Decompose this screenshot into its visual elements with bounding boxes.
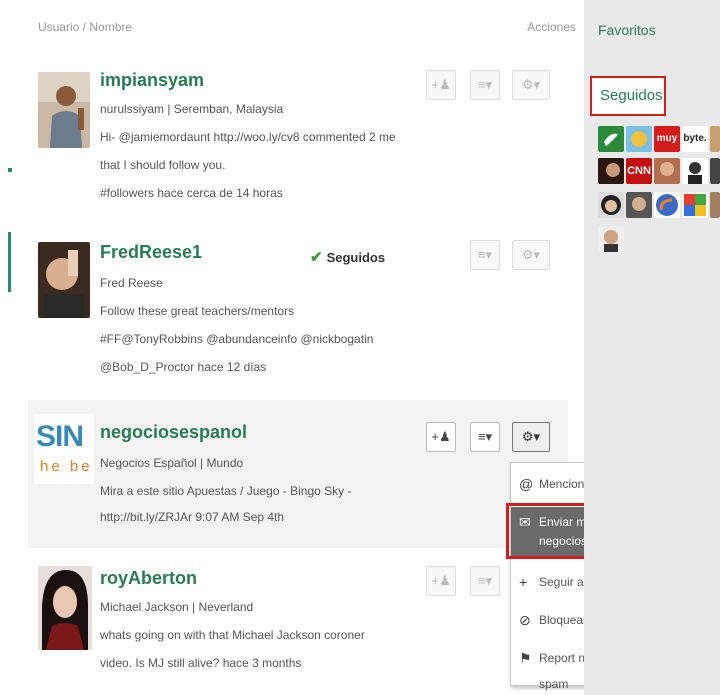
username[interactable]: royAberton — [100, 568, 197, 589]
add-user-icon: + — [519, 574, 528, 590]
avatar-logo-text: SIN — [36, 420, 84, 453]
user-meta: Negocios Español | Mundo — [100, 456, 244, 470]
followed-avatar[interactable] — [710, 192, 720, 218]
tweet-line: Hi- @jamiemordaunt http://woo.ly/cv8 com… — [100, 130, 396, 144]
at-icon: @ — [519, 476, 534, 492]
user-row-fredreese1: FredReese1 ✔ Seguidos Fred Reese Follow t… — [28, 230, 568, 390]
add-user-icon: +♟ — [431, 429, 451, 444]
list-icon: ≡▾ — [477, 77, 493, 92]
list-icon: ≡▾ — [477, 573, 493, 588]
followed-avatar[interactable] — [626, 192, 652, 218]
column-header-actions: Acciones — [527, 20, 576, 34]
add-user-icon: +♟ — [431, 573, 451, 588]
followed-avatar-rss[interactable] — [654, 192, 680, 218]
favorites-link[interactable]: Favoritos — [598, 22, 656, 38]
following-label: Seguidos — [600, 87, 663, 104]
tweet-line: @Bob_D_Proctor hace 12 días — [100, 360, 267, 374]
actions-menu-button[interactable]: ⚙▾ — [512, 70, 550, 100]
followed-avatar-byte[interactable]: byte. — [682, 126, 708, 152]
flag-icon: ⚑ — [519, 650, 532, 666]
following-status-label: Seguidos — [326, 250, 386, 265]
followed-avatar[interactable] — [654, 158, 680, 184]
user-row-impiansyam: impiansyam nurulssiyam | Seremban, Malay… — [28, 58, 568, 208]
tweet-line: Mira a este sitio Apuestas / Juego - Bin… — [100, 484, 352, 498]
actions-menu-button[interactable]: ⚙▾ — [512, 240, 550, 270]
tweet-line: Follow these great teachers/mentors — [100, 304, 295, 318]
gear-icon: ⚙▾ — [521, 429, 541, 444]
followed-avatar[interactable] — [710, 126, 720, 152]
list-icon: ≡▾ — [477, 429, 493, 444]
column-header-user: Usuario / Nombre — [38, 20, 133, 34]
followed-avatar[interactable] — [682, 158, 708, 184]
username[interactable]: impiansyam — [100, 70, 204, 91]
muy-logo-text: muy — [656, 133, 678, 144]
username[interactable]: FredReese1 — [100, 242, 202, 263]
checkmark-icon: ✔ — [310, 249, 323, 266]
tweet-line: that I should follow you. — [100, 158, 226, 172]
followed-avatar[interactable] — [710, 158, 720, 184]
left-marker-bar — [8, 232, 11, 292]
user-row-royaberton: royAberton Michael Jackson | Neverland w… — [28, 560, 568, 690]
following-status: ✔ Seguidos — [310, 248, 385, 266]
tweet-line: whats going on with that Michael Jackson… — [100, 628, 365, 642]
block-icon: ⊘ — [519, 612, 531, 628]
list-menu-button[interactable]: ≡▾ — [470, 566, 500, 596]
cnn-logo-text: CNN — [627, 165, 651, 177]
followed-avatar-google[interactable] — [682, 192, 708, 218]
followed-avatar-bird[interactable] — [626, 126, 652, 152]
avatar[interactable] — [38, 566, 92, 650]
list-icon: ≡▾ — [477, 247, 493, 262]
user-meta: nurulssiyam | Seremban, Malaysia — [100, 102, 284, 116]
follow-button[interactable]: +♟ — [426, 566, 456, 596]
followed-avatar[interactable] — [598, 226, 624, 252]
user-meta: Fred Reese — [100, 276, 163, 290]
left-marker-dot — [8, 168, 12, 172]
user-meta: Michael Jackson | Neverland — [100, 600, 254, 614]
username[interactable]: negociosespanol — [100, 422, 247, 443]
followed-avatar-muy[interactable]: muy — [654, 126, 680, 152]
followed-avatar[interactable] — [598, 192, 624, 218]
avatar[interactable] — [38, 72, 90, 148]
byte-logo-text: byte. — [683, 133, 707, 144]
gear-icon: ⚙▾ — [521, 77, 541, 92]
tweet-line: http://bit.ly/ZRJAr 9:07 AM Sep 4th — [100, 510, 285, 524]
avatar[interactable] — [38, 242, 90, 318]
left-strip — [0, 0, 14, 695]
followed-avatar-cnn[interactable]: CNN — [626, 158, 652, 184]
gear-icon: ⚙▾ — [521, 247, 541, 262]
followed-avatar[interactable] — [598, 158, 624, 184]
tweet-line: video. Is MJ still alive? hace 3 months — [100, 656, 302, 670]
main-panel: Usuario / Nombre Acciones impiansyam nur… — [28, 0, 576, 695]
following-section-title[interactable]: Seguidos — [590, 76, 666, 116]
sidebar: Favoritos Seguidos muy byte. CNN — [584, 0, 720, 695]
user-row-negociosespanol: SIN he be negociosespanol Negocios Españ… — [28, 400, 568, 548]
add-user-icon: +♟ — [431, 77, 451, 92]
avatar-logo-subtext: he be — [40, 458, 93, 475]
tweet-line: #FF@TonyRobbins @abundanceinfo @nickboga… — [100, 332, 374, 346]
avatar[interactable]: SIN he be — [34, 414, 94, 484]
list-menu-button[interactable]: ≡▾ — [470, 240, 500, 270]
list-menu-button[interactable]: ≡▾ — [470, 422, 500, 452]
list-menu-button[interactable]: ≡▾ — [470, 70, 500, 100]
actions-menu-button[interactable]: ⚙▾ — [512, 422, 550, 452]
follow-button[interactable]: +♟ — [426, 70, 456, 100]
follow-button[interactable]: +♟ — [426, 422, 456, 452]
followed-avatar-twitter[interactable] — [598, 126, 624, 152]
tweet-line: #followers hace cerca de 14 horas — [100, 186, 283, 200]
